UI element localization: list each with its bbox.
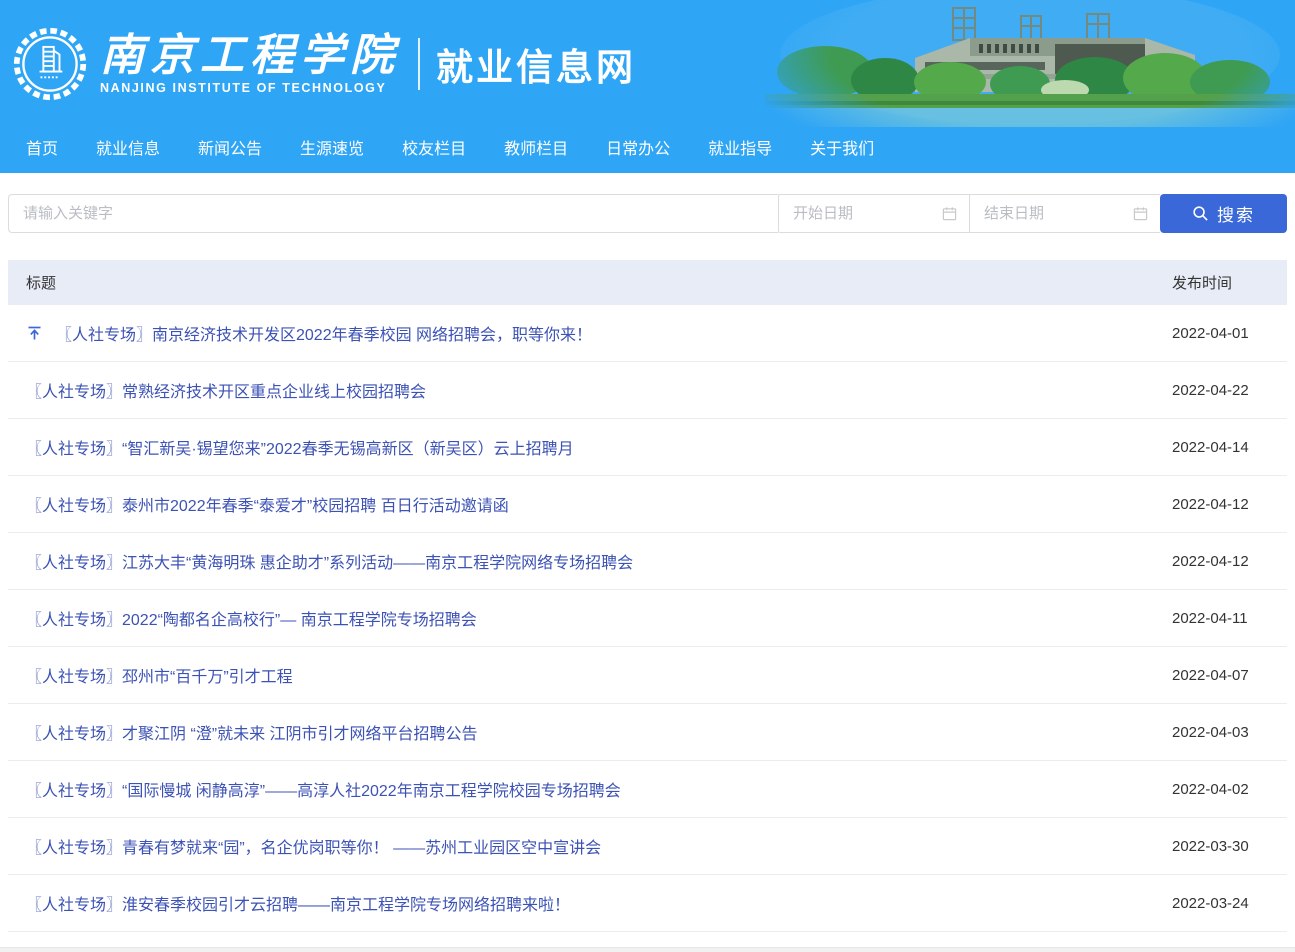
announcement-list: 〖人社专场〗南京经济技术开发区2022年春季校园 网络招聘会，职等你来！ 2022… — [8, 305, 1287, 932]
header-banner: 南京工程学院 NANJING INSTITUTE OF TECHNOLOGY 就… — [0, 0, 1295, 127]
announcement-link[interactable]: 〖人社专场〗才聚江阴 “澄”就未来 江阴市引才网络平台招聘公告 — [26, 720, 478, 744]
main-nav: 首页就业信息新闻公告生源速览校友栏目教师栏目日常办公就业指导关于我们 — [0, 127, 1295, 173]
publish-date: 2022-04-07 — [1172, 667, 1287, 684]
table-row: 〖人社专场〗“智汇新吴·锡望您来”2022春季无锡高新区（新吴区）云上招聘月 20… — [8, 419, 1287, 476]
announcement-link[interactable]: 〖人社专场〗2022“陶都名企高校行”— 南京工程学院专场招聘会 — [26, 606, 477, 630]
announcement-link[interactable]: 〖人社专场〗邳州市“百千万”引才工程 — [26, 663, 293, 687]
nav-item-4[interactable]: 生源速览 — [281, 127, 383, 173]
table-row: 〖人社专场〗常熟经济技术开区重点企业线上校园招聘会 2022-04-22 — [8, 362, 1287, 419]
publish-date: 2022-03-24 — [1172, 895, 1287, 912]
announcement-link[interactable]: 〖人社专场〗江苏大丰“黄海明珠 惠企助才”系列活动——南京工程学院网络专场招聘会 — [26, 549, 633, 573]
title-cell: 〖人社专场〗才聚江阴 “澄”就未来 江阴市引才网络平台招聘公告 — [8, 720, 1172, 744]
title-cell: 〖人社专场〗淮安春季校园引才云招聘——南京工程学院专场网络招聘来啦！ — [8, 891, 1172, 915]
school-name-cn: 南京工程学院 — [100, 33, 400, 79]
publish-date: 2022-03-30 — [1172, 838, 1287, 855]
column-header-title: 标题 — [8, 272, 1172, 293]
publish-date: 2022-04-02 — [1172, 781, 1287, 798]
nav-item-1[interactable]: 首页 — [7, 127, 77, 173]
publish-date: 2022-04-14 — [1172, 439, 1287, 456]
announcement-link[interactable]: 〖人社专场〗泰州市2022年春季“泰爱才”校园招聘 百日行活动邀请函 — [26, 492, 509, 516]
school-logo-seal-icon — [12, 26, 88, 102]
end-date-box — [969, 194, 1160, 233]
title-cell: 〖人社专场〗常熟经济技术开区重点企业线上校园招聘会 — [8, 378, 1172, 402]
table-header-row: 标题 发布时间 — [8, 260, 1287, 305]
nav-item-8[interactable]: 就业指导 — [689, 127, 791, 173]
table-row: 〖人社专场〗青春有梦就来“园”，名企优岗职等你！ ——苏州工业园区空中宣讲会 20… — [8, 818, 1287, 875]
keyword-input[interactable] — [8, 194, 778, 233]
nav-item-2[interactable]: 就业信息 — [77, 127, 179, 173]
publish-date: 2022-04-03 — [1172, 724, 1287, 741]
column-header-date: 发布时间 — [1172, 272, 1287, 293]
title-cell: 〖人社专场〗“国际慢城 闲静高淳”——高淳人社2022年南京工程学院校园专场招聘… — [8, 777, 1172, 801]
search-button[interactable]: 搜索 — [1160, 194, 1287, 233]
publish-date: 2022-04-22 — [1172, 382, 1287, 399]
announcement-link[interactable]: 〖人社专场〗“智汇新吴·锡望您来”2022春季无锡高新区（新吴区）云上招聘月 — [26, 435, 574, 459]
brand-divider — [418, 38, 420, 90]
nav-item-3[interactable]: 新闻公告 — [179, 127, 281, 173]
announcement-link[interactable]: 〖人社专场〗南京经济技术开发区2022年春季校园 网络招聘会，职等你来！ — [56, 321, 592, 345]
search-bar: 搜索 — [8, 194, 1287, 233]
footer-strip — [0, 947, 1295, 952]
nav-item-5[interactable]: 校友栏目 — [383, 127, 485, 173]
announcement-link[interactable]: 〖人社专场〗常熟经济技术开区重点企业线上校园招聘会 — [26, 378, 426, 402]
keyword-box — [8, 194, 778, 233]
publish-date: 2022-04-12 — [1172, 496, 1287, 513]
title-cell: 〖人社专场〗邳州市“百千万”引才工程 — [8, 663, 1172, 687]
title-cell: 〖人社专场〗青春有梦就来“园”，名企优岗职等你！ ——苏州工业园区空中宣讲会 — [8, 834, 1172, 858]
search-icon — [1192, 205, 1209, 222]
title-cell: 〖人社专场〗泰州市2022年春季“泰爱才”校园招聘 百日行活动邀请函 — [8, 492, 1172, 516]
publish-date: 2022-04-11 — [1172, 610, 1287, 627]
end-date-input[interactable] — [969, 194, 1160, 233]
title-cell: 〖人社专场〗江苏大丰“黄海明珠 惠企助才”系列活动——南京工程学院网络专场招聘会 — [8, 549, 1172, 573]
brand-block: 南京工程学院 NANJING INSTITUTE OF TECHNOLOGY — [100, 33, 400, 95]
table-row: 〖人社专场〗“国际慢城 闲静高淳”——高淳人社2022年南京工程学院校园专场招聘… — [8, 761, 1287, 818]
table-row: 〖人社专场〗淮安春季校园引才云招聘——南京工程学院专场网络招聘来啦！ 2022-0… — [8, 875, 1287, 932]
publish-date: 2022-04-01 — [1172, 325, 1287, 342]
table-row: 〖人社专场〗江苏大丰“黄海明珠 惠企助才”系列活动——南京工程学院网络专场招聘会… — [8, 533, 1287, 590]
table-row: 〖人社专场〗2022“陶都名企高校行”— 南京工程学院专场招聘会 2022-04-… — [8, 590, 1287, 647]
table-row: 〖人社专场〗南京经济技术开发区2022年春季校园 网络招聘会，职等你来！ 2022… — [8, 305, 1287, 362]
nav-item-6[interactable]: 教师栏目 — [485, 127, 587, 173]
title-cell: 〖人社专场〗2022“陶都名企高校行”— 南京工程学院专场招聘会 — [8, 606, 1172, 630]
nav-item-7[interactable]: 日常办公 — [587, 127, 689, 173]
title-cell: 〖人社专场〗南京经济技术开发区2022年春季校园 网络招聘会，职等你来！ — [8, 321, 1172, 345]
announcement-table: 标题 发布时间 〖人社专场〗南京经济技术开发区2022年春季校园 网络招聘会，职… — [8, 260, 1287, 932]
search-button-label: 搜索 — [1217, 201, 1255, 226]
start-date-box — [778, 194, 969, 233]
table-row: 〖人社专场〗邳州市“百千万”引才工程 2022-04-07 — [8, 647, 1287, 704]
publish-date: 2022-04-12 — [1172, 553, 1287, 570]
announcement-link[interactable]: 〖人社专场〗“国际慢城 闲静高淳”——高淳人社2022年南京工程学院校园专场招聘… — [26, 777, 621, 801]
announcement-link[interactable]: 〖人社专场〗淮安春季校园引才云招聘——南京工程学院专场网络招聘来啦！ — [26, 891, 570, 915]
pinned-top-icon — [26, 325, 43, 342]
table-row: 〖人社专场〗泰州市2022年春季“泰爱才”校园招聘 百日行活动邀请函 2022-0… — [8, 476, 1287, 533]
school-name-en: NANJING INSTITUTE OF TECHNOLOGY — [100, 81, 400, 95]
announcement-link[interactable]: 〖人社专场〗青春有梦就来“园”，名企优岗职等你！ ——苏州工业园区空中宣讲会 — [26, 834, 601, 858]
title-cell: 〖人社专场〗“智汇新吴·锡望您来”2022春季无锡高新区（新吴区）云上招聘月 — [8, 435, 1172, 459]
nav-item-9[interactable]: 关于我们 — [791, 127, 893, 173]
site-name: 就业信息网 — [436, 37, 636, 91]
start-date-input[interactable] — [778, 194, 969, 233]
table-row: 〖人社专场〗才聚江阴 “澄”就未来 江阴市引才网络平台招聘公告 2022-04-0… — [8, 704, 1287, 761]
